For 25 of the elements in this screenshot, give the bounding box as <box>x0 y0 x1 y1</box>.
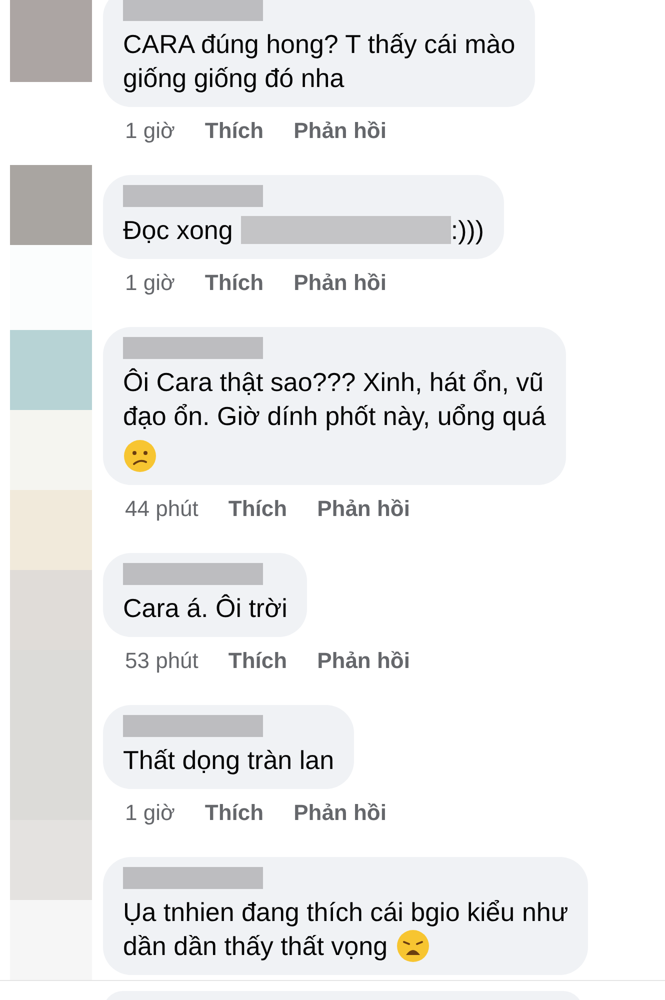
reply-link[interactable]: Phản hồi <box>294 799 386 827</box>
comment-text: :))) <box>450 214 484 247</box>
like-link[interactable]: Thích <box>204 799 264 827</box>
comment-time: 1 giờ <box>125 799 175 827</box>
like-link[interactable]: Thích <box>204 269 264 297</box>
reply-link[interactable]: Phản hồi <box>294 269 386 297</box>
comment-time: 1 giờ <box>125 269 175 297</box>
reply-link[interactable]: Phản hồi <box>294 117 386 145</box>
comment-time: 53 phút <box>125 647 198 675</box>
comment-text: đạo ổn. Giờ dính phốt này, uổng quá <box>123 400 546 433</box>
comment-time: 44 phút <box>125 495 198 523</box>
reply-link[interactable]: Phản hồi <box>317 647 410 675</box>
comment-text: Thất dọng tràn lan <box>123 744 334 777</box>
comment-text: Cara á. Ôi trời <box>123 592 288 625</box>
comment-time: 1 giờ <box>125 117 175 145</box>
comment-text: CARA đúng hong? T thấy cái mào <box>123 28 516 61</box>
comment-text: Ụa tnhien đang thích cái bgio kiểu như <box>123 896 568 929</box>
comment-text: giống giống đó nha <box>123 62 344 95</box>
comment-text: Đọc xong <box>123 214 233 247</box>
like-link[interactable]: Thích <box>204 117 264 145</box>
reply-link[interactable]: Phản hồi <box>317 495 410 523</box>
like-link[interactable]: Thích <box>228 495 288 523</box>
like-link[interactable]: Thích <box>228 647 288 675</box>
comment-text: Ôi Cara thật sao??? Xinh, hát ổn, vũ <box>123 366 544 399</box>
comment-text: dần dần thấy thất vọng <box>123 930 388 963</box>
